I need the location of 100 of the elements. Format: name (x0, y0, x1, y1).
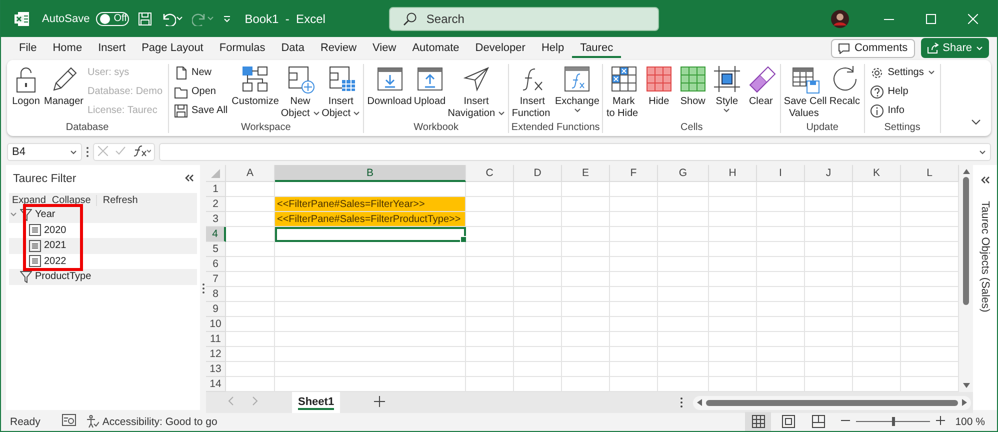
zoom-in-button[interactable] (936, 416, 946, 428)
ribbon-button[interactable]: Save Cell Values (782, 64, 828, 120)
row-header[interactable]: 2 (206, 197, 226, 212)
column-header[interactable]: K (853, 165, 901, 182)
ribbon-button[interactable]: Customize (230, 64, 280, 108)
ribbon-button[interactable]: Logon (9, 64, 43, 108)
ribbon-button[interactable]: Help (870, 84, 935, 99)
ribbon-button[interactable]: New Object (280, 64, 321, 120)
insert-function-button[interactable] (132, 144, 150, 160)
vertical-scrollbar[interactable] (959, 165, 973, 392)
horizontal-scrollbar[interactable] (693, 396, 971, 410)
normal-view-button[interactable] (745, 412, 772, 431)
row-header[interactable]: 13 (206, 362, 226, 377)
ribbon-tab[interactable]: Review (312, 38, 365, 58)
column-header[interactable]: C (466, 165, 514, 182)
ribbon-tab[interactable]: Automate (404, 38, 468, 58)
tree-row[interactable]: ProductType (9, 269, 197, 284)
scrollbar-thumb[interactable] (706, 400, 958, 406)
tree-row[interactable]: Year (9, 207, 197, 222)
tree-label[interactable]: ProductType (35, 271, 92, 282)
column-header[interactable]: G (658, 165, 709, 182)
ribbon-tab[interactable]: Help (533, 38, 572, 58)
column-header[interactable]: D (514, 165, 562, 182)
ribbon-tab[interactable]: Insert (90, 38, 134, 58)
ribbon-button[interactable]: Clear (744, 64, 778, 108)
tree-label[interactable]: 2020 (44, 224, 66, 236)
ribbon-button[interactable]: Settings (870, 65, 935, 80)
tree-row[interactable]: 2022 (9, 254, 197, 269)
ribbon-tab[interactable]: Page Layout (134, 38, 212, 58)
search-field[interactable]: Search (389, 6, 660, 30)
column-header[interactable]: J (805, 165, 853, 182)
ribbon-button[interactable]: Style (710, 64, 744, 113)
table-cell[interactable]: <<FilterPane#Sales=FilterYear>> (275, 197, 466, 212)
row-header[interactable]: 3 (206, 212, 226, 227)
accessibility-status[interactable]: Accessibility: Good to go (102, 416, 218, 428)
slider-thumb[interactable] (892, 417, 896, 426)
row-header[interactable]: 9 (206, 302, 226, 317)
ribbon-tab[interactable]: File (11, 38, 45, 58)
row-header[interactable]: 14 (206, 377, 226, 392)
row-header[interactable]: 12 (206, 347, 226, 362)
toolbar-button[interactable]: Collapse (48, 194, 94, 206)
ribbon-tab[interactable]: Home (44, 38, 90, 58)
zoom-slider[interactable] (856, 417, 930, 426)
row-header[interactable]: 5 (206, 242, 226, 257)
ribbon-button[interactable]: Hide (642, 64, 676, 108)
row-header[interactable]: 1 (206, 182, 226, 197)
sheet-tab[interactable]: Sheet1 (292, 392, 340, 413)
tree-label[interactable]: Year (35, 209, 56, 220)
column-header[interactable]: F (610, 165, 658, 182)
ribbon-button[interactable]: Show (676, 64, 710, 108)
toolbar-button[interactable]: Refresh (96, 194, 141, 206)
tree-row[interactable]: 2021 (9, 238, 197, 254)
formula-field[interactable] (159, 143, 991, 161)
ribbon-button[interactable]: Download (366, 64, 413, 108)
ribbon-tab[interactable]: Taurec (572, 38, 622, 58)
row-header[interactable]: 8 (206, 287, 226, 302)
row-header[interactable]: 6 (206, 257, 226, 272)
undo-button[interactable] (160, 12, 183, 26)
zoom-level[interactable]: 100 % (955, 416, 985, 428)
autosave-toggle[interactable]: Off (96, 12, 129, 26)
ribbon-button[interactable]: Manager (43, 64, 84, 108)
tree-label[interactable]: 2021 (44, 240, 66, 252)
column-header[interactable]: E (562, 165, 610, 182)
ribbon-button[interactable]: Insert Object (320, 64, 362, 120)
comments-button[interactable]: Comments (831, 38, 915, 58)
ribbon-tab[interactable]: Formulas (211, 38, 274, 58)
ribbon-button[interactable]: Insert Function (510, 64, 554, 120)
column-header[interactable]: A (226, 165, 275, 182)
tree-row[interactable]: 2020 (9, 222, 197, 238)
tree-label[interactable]: 2022 (44, 256, 66, 267)
column-header[interactable]: H (709, 165, 757, 182)
ribbon-button[interactable]: Save All (174, 103, 228, 118)
add-sheet-button[interactable] (374, 396, 386, 410)
column-header[interactable]: L (901, 165, 959, 182)
ribbon-button[interactable]: Exchange (554, 64, 600, 113)
ribbon-button[interactable]: Mark to Hide (605, 64, 642, 120)
ribbon-button[interactable]: Upload (412, 64, 447, 108)
ribbon-tab[interactable]: Data (273, 38, 312, 58)
toolbar-button[interactable]: Expand (9, 194, 49, 206)
row-header[interactable]: 10 (206, 317, 226, 332)
ribbon-button[interactable]: Info (870, 103, 935, 118)
row-header[interactable]: 11 (206, 332, 226, 347)
table-cell[interactable] (275, 227, 466, 242)
row-header[interactable]: 4 (206, 227, 226, 242)
ribbon-tab[interactable]: Developer (467, 38, 534, 58)
ribbon-button[interactable]: New (174, 65, 228, 80)
ribbon-button[interactable]: Insert Navigation (446, 64, 506, 120)
row-header[interactable]: 7 (206, 272, 226, 287)
name-box[interactable]: B4 (7, 143, 82, 161)
ribbon-button[interactable]: Recalc (828, 64, 862, 108)
scrollbar-thumb[interactable] (963, 177, 969, 305)
customize-toolbar-button[interactable] (222, 14, 231, 22)
share-button[interactable]: Share (920, 38, 989, 58)
column-header[interactable]: B (275, 165, 466, 182)
cancel-button[interactable] (98, 146, 108, 158)
table-cell[interactable]: <<FilterPane#Sales=FilterProductType>> (275, 212, 466, 227)
ribbon-tab[interactable]: View (364, 38, 404, 58)
save-button[interactable] (138, 12, 152, 26)
column-header[interactable]: I (757, 165, 805, 182)
ribbon-button[interactable]: Open (174, 84, 228, 99)
